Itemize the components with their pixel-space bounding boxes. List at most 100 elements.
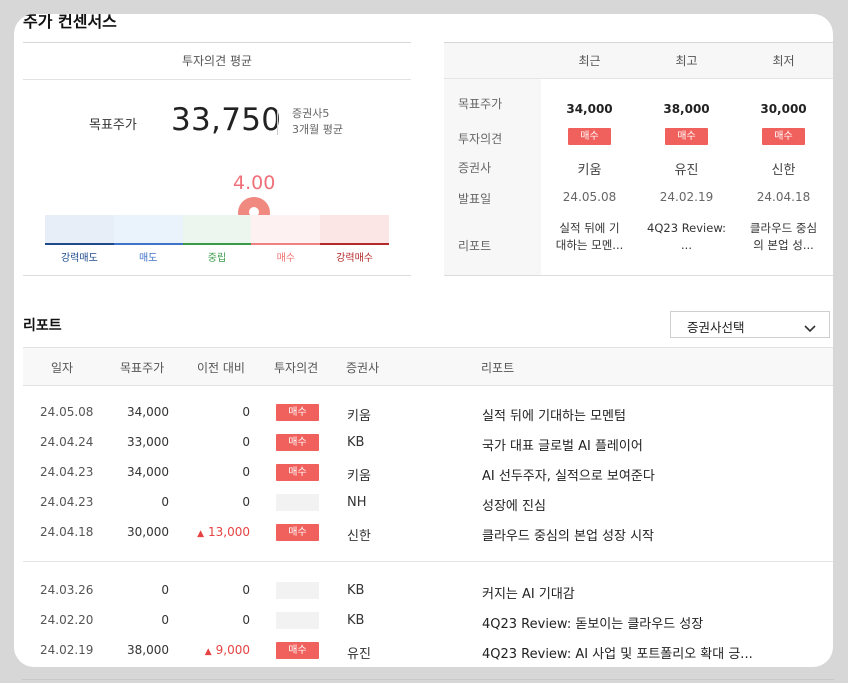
row-change-value: 0 bbox=[242, 435, 250, 449]
row-date: 24.04.18 bbox=[40, 525, 94, 539]
table-row[interactable]: 24.04.23 0 0 NH 성장에 진심 bbox=[23, 488, 833, 518]
row-change: ▲ 13,000 bbox=[180, 525, 250, 539]
row-opinion bbox=[276, 582, 319, 602]
row-broker: KB bbox=[347, 613, 365, 628]
row-date: 24.04.23 bbox=[40, 465, 94, 479]
scale-segment-neutral bbox=[182, 215, 252, 245]
row-report-title[interactable]: AI 선두주자, 실적으로 보여준다 bbox=[482, 465, 655, 484]
row-report-title[interactable]: 클라우드 중심의 본업 성장 시작 bbox=[482, 525, 654, 544]
opinion-badge: 매수 bbox=[568, 128, 611, 145]
scale-segment-strong-buy bbox=[320, 215, 389, 245]
row-change: 0 bbox=[180, 465, 250, 479]
report-line: 실적 뒤에 기 bbox=[559, 221, 620, 235]
row-opinion: 매수 bbox=[276, 464, 319, 481]
row-report-title[interactable]: 성장에 진심 bbox=[482, 495, 546, 514]
opinion-badge: 매수 bbox=[276, 434, 319, 451]
row-opinion bbox=[276, 494, 319, 514]
row-change-value: 9,000 bbox=[215, 643, 250, 657]
row-date: 24.03.26 bbox=[40, 583, 94, 597]
header-target: 목표주가 bbox=[120, 361, 165, 375]
row-date: 24.05.08 bbox=[40, 405, 94, 419]
row-report-title[interactable]: 4Q23 Review: 돋보이는 클라우드 성장 bbox=[482, 613, 703, 632]
report-line: ... bbox=[681, 238, 692, 252]
header-broker: 증권사 bbox=[346, 361, 380, 375]
report-section-title: 리포트 bbox=[23, 318, 62, 334]
row-label-target: 목표주가 bbox=[458, 97, 503, 111]
opinion-badge: 매수 bbox=[276, 464, 319, 481]
low-date: 24.04.18 bbox=[756, 190, 811, 204]
table-row[interactable]: 24.02.20 0 0 KB 4Q23 Review: 돋보이는 클라우드 성장 bbox=[23, 606, 833, 636]
row-date: 24.04.24 bbox=[40, 435, 94, 449]
broker-select-label: 증권사선택 bbox=[687, 320, 745, 335]
low-opinion: 매수 bbox=[735, 128, 832, 145]
low-report-link[interactable]: 클라우드 중심 의 본업 성... bbox=[735, 220, 832, 254]
low-broker: 신한 bbox=[771, 163, 796, 178]
row-label-broker: 증권사 bbox=[458, 161, 492, 175]
opinion-badge: 매수 bbox=[665, 128, 708, 145]
row-opinion: 매수 bbox=[276, 524, 319, 541]
up-arrow-icon: ▲ bbox=[197, 529, 204, 539]
row-broker: NH bbox=[347, 495, 367, 510]
high-report-link[interactable]: 4Q23 Review: ... bbox=[638, 220, 735, 254]
opinion-badge: 매수 bbox=[276, 524, 319, 541]
chevron-down-icon bbox=[803, 319, 817, 338]
row-target: 0 bbox=[161, 613, 169, 627]
column-high: 최고 bbox=[675, 54, 698, 68]
broker-count: 증권사5 bbox=[292, 107, 330, 120]
high-date: 24.02.19 bbox=[659, 190, 714, 204]
row-change-value: 0 bbox=[242, 583, 250, 597]
table-row[interactable]: 24.05.08 34,000 0 매수 키움 실적 뒤에 기대하는 모멘텀 bbox=[23, 398, 833, 428]
row-change-value: 13,000 bbox=[208, 525, 250, 539]
opinion-average-panel: 투자의견 평균 목표주가 33,750 증권사5 3개월 평균 4.00 강력매… bbox=[23, 42, 411, 276]
row-target: 0 bbox=[161, 495, 169, 509]
target-price-label: 목표주가 bbox=[89, 118, 137, 133]
row-change: 0 bbox=[180, 613, 250, 627]
broker-select[interactable]: 증권사선택 bbox=[670, 311, 830, 338]
report-line: 대하는 모멘... bbox=[555, 238, 624, 252]
row-broker: 키움 bbox=[347, 469, 371, 484]
row-change-value: 0 bbox=[242, 465, 250, 479]
target-price-summary: 목표주가 33,750 증권사5 3개월 평균 bbox=[23, 102, 411, 146]
row-target: 34,000 bbox=[127, 465, 169, 479]
row-label-report: 리포트 bbox=[458, 239, 492, 253]
header-report: 리포트 bbox=[481, 361, 515, 375]
table-row[interactable]: 24.03.26 0 0 KB 커지는 AI 기대감 bbox=[23, 576, 833, 606]
row-broker: KB bbox=[347, 435, 365, 450]
report-table-header: 일자 목표주가 이전 대비 투자의견 증권사 리포트 bbox=[23, 347, 833, 386]
summary-divider bbox=[277, 111, 278, 135]
recent-broker: 키움 bbox=[577, 163, 602, 178]
row-report-title[interactable]: 실적 뒤에 기대하는 모멘텀 bbox=[482, 405, 626, 424]
row-opinion bbox=[276, 612, 319, 632]
column-low: 최저 bbox=[772, 54, 795, 68]
header-date: 일자 bbox=[51, 361, 74, 375]
header-change: 이전 대비 bbox=[197, 361, 245, 375]
row-report-title[interactable]: 국가 대표 글로벌 AI 플레이어 bbox=[482, 435, 643, 454]
row-target: 30,000 bbox=[127, 525, 169, 539]
table-row[interactable]: 24.02.19 38,000 ▲ 9,000 매수 유진 4Q23 Review: AI … bbox=[23, 636, 833, 666]
row-broker: 신한 bbox=[347, 529, 371, 544]
row-opinion: 매수 bbox=[276, 642, 319, 659]
scale-label-strong-sell: 강력매도 bbox=[60, 253, 98, 264]
row-report-title[interactable]: 4Q23 Review: AI 사업 및 포트폴리오 확대 긍... bbox=[482, 643, 753, 662]
row-change: 0 bbox=[180, 405, 250, 419]
opinion-badge: 매수 bbox=[762, 128, 805, 145]
scale-label-buy: 매수 bbox=[276, 253, 295, 264]
scale-labels: 강력매도 매도 중립 매수 강력매수 bbox=[45, 249, 389, 264]
opinion-badge-empty bbox=[276, 494, 319, 511]
scale-segment-sell bbox=[113, 215, 183, 245]
recent-report-link[interactable]: 실적 뒤에 기 대하는 모멘... bbox=[541, 220, 638, 254]
row-report-title[interactable]: 커지는 AI 기대감 bbox=[482, 583, 575, 602]
row-broker: 키움 bbox=[347, 409, 371, 424]
opinion-badge: 매수 bbox=[276, 642, 319, 659]
row-change: 0 bbox=[180, 583, 250, 597]
opinion-badge: 매수 bbox=[276, 404, 319, 421]
table-row[interactable]: 24.04.24 33,000 0 매수 KB 국가 대표 글로벌 AI 플레이어 bbox=[23, 428, 833, 458]
row-opinion: 매수 bbox=[276, 404, 319, 421]
column-recent: 최근 bbox=[578, 54, 601, 68]
row-change-value: 0 bbox=[242, 405, 250, 419]
scale-segment-strong-sell bbox=[45, 215, 114, 245]
table-row[interactable]: 24.04.23 34,000 0 매수 키움 AI 선두주자, 실적으로 보여준다 bbox=[23, 458, 833, 488]
table-row[interactable]: 24.04.18 30,000 ▲ 13,000 매수 신한 클라우드 중심의 본업 성장 … bbox=[23, 518, 833, 548]
low-target: 30,000 bbox=[760, 102, 807, 116]
scale-segment-buy bbox=[251, 215, 321, 245]
